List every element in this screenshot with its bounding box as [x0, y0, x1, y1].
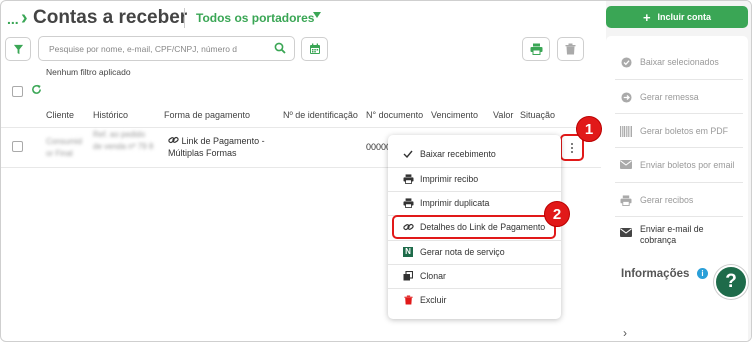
action-label: Enviar e-mail de cobrança — [640, 224, 704, 245]
search-box[interactable] — [38, 36, 295, 61]
page-title: Contas a receber — [33, 7, 188, 28]
menu-item-imprimir-recibo[interactable]: Imprimir recibo — [388, 169, 561, 189]
annotation-badge-1: 1 — [576, 116, 602, 142]
action-gerar-recibos[interactable]: Gerar recibos — [620, 195, 693, 206]
action-divider — [615, 216, 743, 217]
cell-cliente: Consumid or Final — [46, 137, 83, 158]
info-icon[interactable]: i — [697, 268, 708, 279]
app-frame: ... › Contas a receber Todos os portador… — [0, 0, 752, 342]
column-header-historico[interactable]: Histórico — [93, 110, 128, 120]
check-icon — [402, 150, 414, 158]
search-input[interactable] — [49, 42, 269, 56]
menu-divider — [388, 264, 561, 265]
annotation-badge-2: 2 — [544, 201, 570, 227]
menu-item-label: Baixar recebimento — [420, 149, 496, 159]
forma-pagamento-line1: Link de Pagamento - — [181, 136, 265, 146]
calendar-icon — [309, 43, 320, 54]
chevron-right-icon[interactable]: › — [623, 326, 627, 340]
action-label: Enviar boletos por email — [640, 160, 735, 170]
menu-item-label: Clonar — [420, 271, 446, 281]
arrow-circle-icon — [620, 92, 632, 103]
barcode-icon — [620, 126, 632, 137]
action-label: Gerar recibos — [640, 195, 694, 205]
menu-divider — [388, 191, 561, 192]
menu-item-label: Imprimir duplicata — [420, 198, 490, 208]
menu-item-baixar-recebimento[interactable]: Baixar recebimento — [388, 144, 561, 164]
printer-icon — [402, 198, 414, 208]
menu-item-label: Excluir — [420, 295, 447, 305]
breadcrumb-chevron-icon: › — [21, 7, 28, 29]
menu-item-gerar-nota-servico[interactable]: N Gerar nota de serviço — [388, 242, 561, 262]
action-label: Gerar remessa — [640, 92, 699, 102]
action-divider — [615, 79, 743, 80]
refresh-icon[interactable] — [31, 84, 42, 98]
annotation-highlight-box — [392, 215, 556, 239]
clone-icon — [402, 271, 414, 281]
action-gerar-boletos-pdf[interactable]: Gerar boletos em PDF — [620, 126, 728, 137]
cell-historico: Ref. ao pedido de venda nº 79 8 — [93, 130, 154, 151]
action-enviar-boletos-email[interactable]: Enviar boletos por email — [620, 160, 734, 171]
menu-item-label: Gerar nota de serviço — [420, 247, 505, 257]
action-divider — [615, 182, 743, 183]
menu-divider — [388, 288, 561, 289]
help-button[interactable]: ? — [714, 265, 748, 299]
envelope-icon — [620, 228, 632, 237]
printer-icon — [402, 174, 414, 184]
menu-item-clonar[interactable]: Clonar — [388, 266, 561, 286]
link-icon — [168, 136, 179, 144]
include-account-button[interactable]: + Incluir conta — [606, 6, 748, 28]
caret-down-icon[interactable] — [313, 12, 321, 18]
trash-icon — [402, 295, 414, 305]
check-circle-icon — [620, 57, 632, 68]
include-button-label: Incluir conta — [657, 12, 712, 22]
title-divider — [184, 8, 185, 28]
search-icon[interactable] — [274, 42, 286, 57]
menu-item-label: Imprimir recibo — [420, 174, 479, 184]
column-header-forma-pagamento[interactable]: Forma de pagamento — [164, 110, 250, 120]
n-icon: N — [402, 247, 414, 257]
row-checkbox[interactable] — [12, 141, 23, 152]
column-header-cliente[interactable]: Cliente — [46, 110, 74, 120]
menu-item-imprimir-duplicata[interactable]: Imprimir duplicata — [388, 193, 561, 213]
printer-icon — [530, 43, 542, 55]
column-header-identificacao[interactable]: Nº de identificação — [283, 110, 358, 120]
delete-button[interactable] — [557, 37, 584, 61]
action-label: Gerar boletos em PDF — [640, 126, 728, 136]
portadores-dropdown[interactable]: Todos os portadores — [196, 11, 314, 25]
info-section-title: Informações — [621, 268, 690, 280]
action-divider — [615, 147, 743, 148]
menu-divider — [388, 167, 561, 168]
action-divider — [615, 113, 743, 114]
column-header-documento[interactable]: N° documento — [366, 110, 423, 120]
filter-button[interactable] — [5, 37, 31, 61]
select-all-checkbox[interactable] — [12, 86, 23, 97]
filter-icon — [13, 44, 23, 54]
column-header-vencimento[interactable]: Vencimento — [431, 110, 478, 120]
printer-icon — [620, 195, 632, 206]
column-header-situacao[interactable]: Situação — [520, 110, 555, 120]
kebab-icon — [571, 142, 573, 154]
action-gerar-remessa[interactable]: Gerar remessa — [620, 92, 699, 103]
print-button[interactable] — [522, 37, 550, 61]
column-header-valor[interactable]: Valor — [493, 110, 513, 120]
breadcrumb-ellipsis[interactable]: ... — [7, 11, 19, 27]
action-enviar-email-cobranca[interactable]: Enviar e-mail de cobrança — [620, 224, 720, 246]
no-filter-label: Nenhum filtro aplicado — [46, 67, 131, 77]
forma-pagamento-line2: Múltiplas Formas — [168, 148, 237, 158]
calendar-button[interactable] — [301, 37, 328, 61]
action-label: Baixar selecionados — [640, 57, 719, 67]
envelope-icon — [620, 160, 632, 169]
action-baixar-selecionados[interactable]: Baixar selecionados — [620, 57, 719, 68]
cell-forma-pagamento: Link de Pagamento - Múltiplas Formas — [168, 135, 265, 159]
menu-item-excluir[interactable]: Excluir — [388, 290, 561, 310]
trash-icon — [565, 43, 576, 55]
table-divider — [1, 127, 601, 128]
plus-icon: + — [642, 9, 651, 25]
menu-divider — [388, 240, 561, 241]
